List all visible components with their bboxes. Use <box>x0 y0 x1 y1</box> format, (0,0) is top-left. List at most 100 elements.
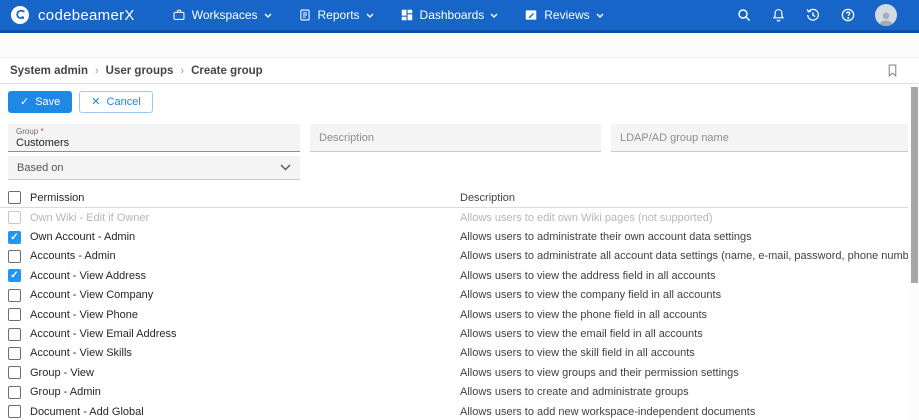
permission-label: Document - Add Global <box>30 406 144 418</box>
description-cell: Allows users to administrate their own a… <box>460 231 908 243</box>
based-on-label: Based on <box>17 162 63 174</box>
permission-cell: Own Account - Admin <box>0 231 460 244</box>
codebeamer-logo-icon <box>10 5 30 25</box>
permission-label: Account - View Address <box>30 270 146 282</box>
cancel-button-label: Cancel <box>107 96 141 108</box>
breadcrumb-user-groups[interactable]: User groups <box>106 65 174 77</box>
vertical-scrollbar <box>910 85 919 420</box>
permission-label: Account - View Skills <box>30 347 132 359</box>
table-row: Accounts - Admin Allows users to adminis… <box>0 247 908 266</box>
breadcrumb-separator: › <box>180 65 184 77</box>
permissions-table: Permission Description Own Wiki - Edit i… <box>0 188 908 420</box>
permission-checkbox[interactable] <box>8 211 21 224</box>
description-cell: Allows users to administrate all account… <box>460 250 908 262</box>
table-row: Document - Add Global Allows users to ad… <box>0 402 908 420</box>
description-cell: Allows users to view the skill field in … <box>460 347 908 359</box>
app-logo[interactable]: codebeamerX <box>10 5 135 25</box>
description-field[interactable] <box>310 124 601 152</box>
app-title: codebeamerX <box>38 7 135 24</box>
chevron-down-icon <box>596 13 604 18</box>
briefcase-icon <box>172 8 186 22</box>
chevron-down-icon <box>280 164 291 171</box>
table-row: Account - View Company Allows users to v… <box>0 286 908 305</box>
permission-checkbox[interactable] <box>8 289 21 302</box>
table-body: Own Wiki - Edit if Owner Allows users to… <box>0 208 908 420</box>
chevron-down-icon <box>264 13 272 18</box>
breadcrumb-separator: › <box>95 65 99 77</box>
group-name-field[interactable]: Group * Customers <box>8 124 300 152</box>
permission-checkbox[interactable] <box>8 328 21 341</box>
table-row: Account - View Skills Allows users to vi… <box>0 344 908 363</box>
description-cell: Allows users to add new workspace-indepe… <box>460 406 908 418</box>
permission-checkbox[interactable] <box>8 386 21 399</box>
cancel-button[interactable]: ✕ Cancel <box>79 91 152 113</box>
permission-checkbox[interactable] <box>8 308 21 321</box>
check-icon: ✓ <box>20 97 29 108</box>
description-cell: Allows users to view the email field in … <box>460 328 908 340</box>
permission-header-label: Permission <box>30 192 84 204</box>
description-cell: Allows users to view the company field i… <box>460 289 908 301</box>
header-spacer-band <box>0 33 919 57</box>
nav-dashboards[interactable]: Dashboards <box>387 0 512 30</box>
permission-cell: Accounts - Admin <box>0 250 460 263</box>
main-nav: Workspaces Reports Dashboards <box>159 0 617 30</box>
permission-label: Group - Admin <box>30 386 101 398</box>
permission-label: Account - View Phone <box>30 309 138 321</box>
chevron-down-icon <box>490 13 498 18</box>
permission-label: Account - View Company <box>30 289 153 301</box>
description-cell: Allows users to view groups and their pe… <box>460 367 908 379</box>
breadcrumb: System admin › User groups › Create grou… <box>0 57 919 84</box>
table-row: Own Account - Admin Allows users to admi… <box>0 227 908 246</box>
permission-checkbox[interactable] <box>8 347 21 360</box>
breadcrumb-system-admin[interactable]: System admin <box>10 65 88 77</box>
group-field-label: Group * <box>16 127 292 136</box>
table-row: Account - View Phone Allows users to vie… <box>0 305 908 324</box>
permission-checkbox[interactable] <box>8 405 21 418</box>
permission-checkbox[interactable] <box>8 250 21 263</box>
description-column-header: Description <box>460 192 908 204</box>
nav-workspaces[interactable]: Workspaces <box>159 0 285 30</box>
required-mark: * <box>40 127 43 136</box>
form-actions: ✓ Save ✕ Cancel <box>8 91 153 113</box>
permission-checkbox[interactable] <box>8 366 21 379</box>
permission-cell: Account - View Skills <box>0 347 460 360</box>
permission-cell: Account - View Address <box>0 269 460 282</box>
description-cell: Allows users to create and administrate … <box>460 386 908 398</box>
permission-checkbox[interactable] <box>8 269 21 282</box>
user-avatar[interactable] <box>875 4 897 26</box>
description-cell: Allows users to view the phone field in … <box>460 309 908 321</box>
table-row: Account - View Address Allows users to v… <box>0 266 908 285</box>
nav-reports[interactable]: Reports <box>285 0 387 30</box>
description-cell: Allows users to edit own Wiki pages (not… <box>460 212 908 224</box>
nav-reports-label: Reports <box>318 8 360 22</box>
top-app-bar: codebeamerX Workspaces Reports <box>0 0 919 33</box>
review-icon <box>524 8 538 22</box>
permission-cell: Own Wiki - Edit if Owner <box>0 211 460 224</box>
history-icon[interactable] <box>805 7 821 23</box>
app-window: codebeamerX Workspaces Reports <box>0 0 919 420</box>
table-header-row: Permission Description <box>0 188 908 208</box>
dashboard-icon <box>400 8 414 22</box>
select-all-checkbox[interactable] <box>8 191 21 204</box>
nav-reviews-label: Reviews <box>544 8 589 22</box>
permission-label: Own Wiki - Edit if Owner <box>30 212 149 224</box>
save-button[interactable]: ✓ Save <box>8 91 72 113</box>
table-row: Group - Admin Allows users to create and… <box>0 383 908 402</box>
permission-checkbox[interactable] <box>8 231 21 244</box>
notifications-bell-icon[interactable] <box>771 7 786 23</box>
search-icon[interactable] <box>736 7 752 23</box>
table-row: Own Wiki - Edit if Owner Allows users to… <box>0 208 908 227</box>
permission-label: Own Account - Admin <box>30 231 135 243</box>
ldap-group-name-field[interactable] <box>611 124 908 152</box>
permission-cell: Group - Admin <box>0 386 460 399</box>
nav-reviews[interactable]: Reviews <box>511 0 616 30</box>
group-field-value: Customers <box>16 136 292 150</box>
permission-label: Account - View Email Address <box>30 328 177 340</box>
bookmark-icon[interactable] <box>886 63 899 78</box>
based-on-select[interactable]: Based on <box>8 156 300 180</box>
permission-label: Accounts - Admin <box>30 250 116 262</box>
permission-cell: Document - Add Global <box>0 405 460 418</box>
create-group-form: ✓ Save ✕ Cancel Group * Customers Based … <box>0 85 919 420</box>
help-icon[interactable] <box>840 7 856 23</box>
scrollbar-thumb[interactable] <box>911 87 918 283</box>
